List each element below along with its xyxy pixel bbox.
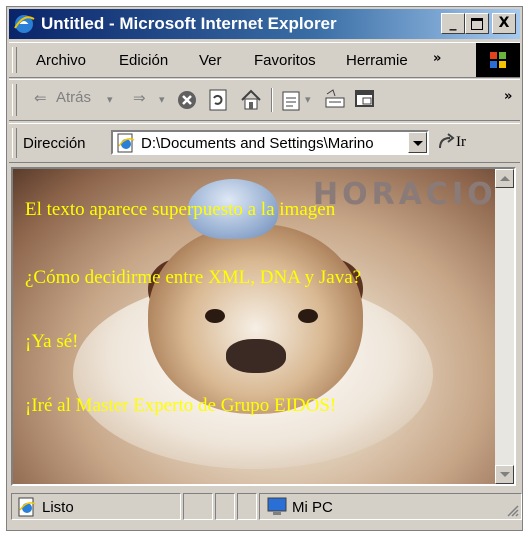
address-input[interactable]: D:\Documents and Settings\Marino: [111, 130, 429, 155]
address-dropdown-button[interactable]: [408, 132, 427, 153]
edit-icon[interactable]: [354, 88, 376, 110]
menu-bar: Archivo Edición Ver Favoritos Herramie »: [9, 42, 520, 78]
internet-explorer-icon: [14, 15, 35, 33]
mail-icon[interactable]: [281, 88, 307, 112]
page-text-line-1: El texto aparece superpuesto a la imagen: [25, 199, 336, 220]
dog-head: [148, 224, 363, 414]
menu-favoritos[interactable]: Favoritos: [254, 52, 316, 69]
vertical-scrollbar[interactable]: [495, 169, 514, 484]
page-text-line-4: ¡Iré al Master Experto de Grupo EIDOS!: [25, 395, 337, 416]
forward-dropdown-icon[interactable]: ▾: [159, 93, 165, 106]
address-label: Dirección: [23, 135, 86, 152]
title-bar[interactable]: Untitled - Microsoft Internet Explorer _…: [9, 9, 520, 39]
status-panel-zone: Mi PC: [259, 493, 522, 520]
resize-grip-icon[interactable]: [505, 503, 519, 517]
forward-arrow-icon[interactable]: ⇒: [133, 89, 146, 107]
menu-grip[interactable]: [12, 47, 17, 73]
windows-flag-icon: [490, 52, 506, 68]
status-panel-main: Listo: [11, 493, 181, 520]
windows-logo: [476, 43, 520, 77]
back-button-label[interactable]: Atrás: [56, 89, 91, 106]
computer-icon: [267, 497, 287, 515]
back-arrow-icon[interactable]: ⇐: [34, 89, 47, 107]
scroll-down-button[interactable]: [495, 465, 514, 484]
browser-window: Untitled - Microsoft Internet Explorer _…: [6, 6, 523, 531]
dog-right-eye: [298, 309, 318, 323]
status-bar: Listo Mi PC: [9, 489, 522, 526]
standard-toolbar: ⇐ Atrás ▾ ⇒ ▾ ▾ »: [9, 79, 520, 121]
page-text-line-3: ¡Ya sé!: [25, 331, 79, 352]
window-title: Untitled - Microsoft Internet Explorer: [41, 14, 337, 33]
menu-archivo[interactable]: Archivo: [36, 52, 86, 69]
home-icon[interactable]: [239, 88, 263, 112]
toolbar-overflow-chevron[interactable]: »: [504, 89, 512, 104]
page-icon: [117, 133, 135, 153]
menu-ver[interactable]: Ver: [199, 52, 222, 69]
content-viewport: HORACIO El texto aparece superpuesto a l…: [11, 167, 516, 486]
toolbar-grip[interactable]: [12, 84, 17, 116]
address-value: D:\Documents and Settings\Marino: [141, 135, 374, 152]
close-button[interactable]: X: [492, 13, 516, 34]
back-dropdown-icon[interactable]: ▾: [107, 93, 113, 106]
page-status-icon: [18, 497, 36, 517]
horacio-caption: HORACIO: [313, 177, 495, 212]
mail-dropdown-icon[interactable]: ▾: [305, 93, 311, 106]
menu-overflow-chevron[interactable]: »: [433, 51, 441, 66]
refresh-icon[interactable]: [207, 88, 229, 112]
menu-herramientas[interactable]: Herramie: [346, 52, 408, 69]
print-icon[interactable]: [323, 88, 347, 112]
address-bar: Dirección D:\Documents and Settings\Mari…: [9, 123, 520, 163]
go-arrow-icon[interactable]: [436, 132, 456, 152]
status-text: Listo: [42, 499, 74, 516]
scroll-up-button[interactable]: [495, 169, 514, 188]
toolbar-separator: [271, 88, 273, 112]
dog-nose: [226, 339, 286, 373]
maximize-icon: [471, 18, 483, 30]
stop-icon[interactable]: [176, 89, 198, 111]
status-panel-extra: [237, 493, 257, 520]
address-grip[interactable]: [12, 128, 17, 158]
status-panel-security: [215, 493, 235, 520]
maximize-button[interactable]: [465, 13, 489, 34]
page-text-line-2: ¿Cómo decidirme entre XML, DNA y Java?: [25, 267, 362, 288]
security-zone-text: Mi PC: [292, 499, 333, 516]
go-button[interactable]: Ir: [456, 134, 466, 151]
status-panel-progress: [183, 493, 213, 520]
minimize-button[interactable]: _: [441, 13, 465, 34]
dog-left-eye: [205, 309, 225, 323]
menu-edicion[interactable]: Edición: [119, 52, 168, 69]
page-background-image: HORACIO El texto aparece superpuesto a l…: [13, 169, 495, 484]
